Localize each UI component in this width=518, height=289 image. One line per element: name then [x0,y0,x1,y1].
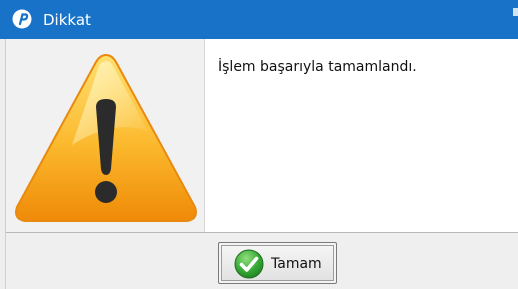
message-dialog: Dikkat İşlem başarıyla tamamlandı. Tamam [0,0,518,289]
ok-button[interactable]: Tamam [218,242,337,284]
window-title: Dikkat [43,11,91,29]
title-bar[interactable]: Dikkat [0,0,518,39]
message-text: İşlem başarıyla tamamlandı. [218,59,417,75]
icon-pane [6,39,205,232]
title-bar-edge [513,8,518,16]
warning-icon [15,53,197,222]
app-logo-icon [12,9,32,29]
ok-button-label: Tamam [271,256,322,272]
button-bar: Tamam [6,232,518,289]
checkmark-icon [234,249,264,279]
